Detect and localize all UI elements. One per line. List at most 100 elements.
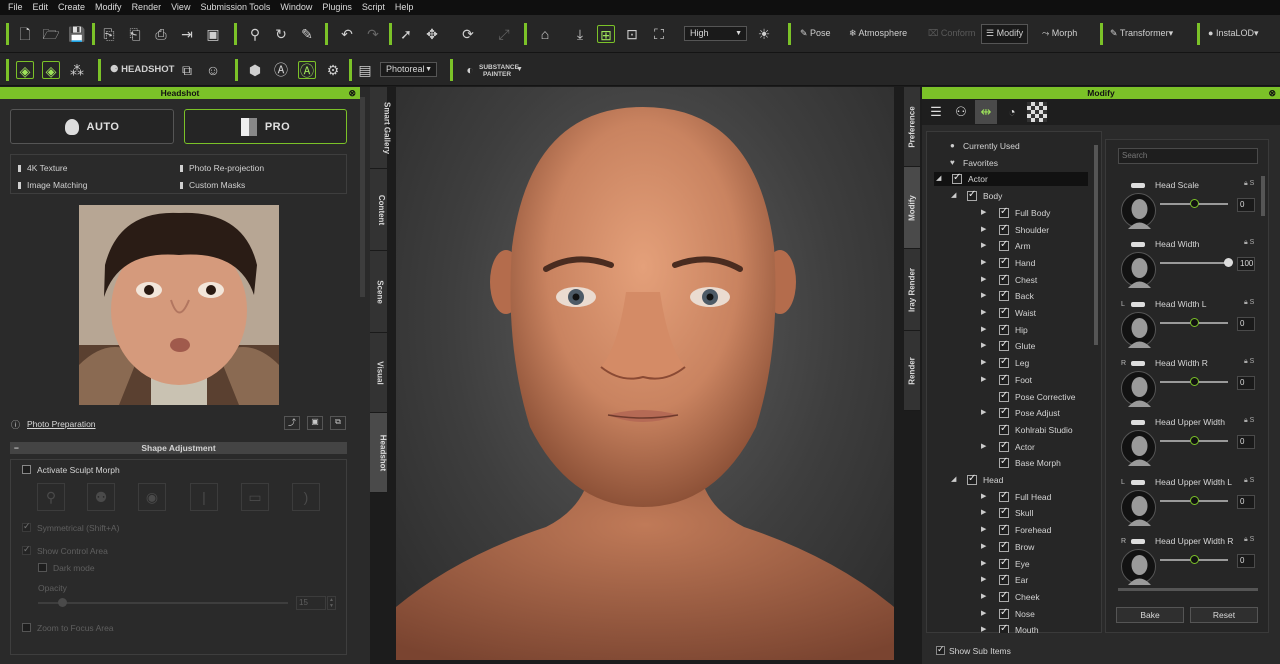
reset-button[interactable]: Reset <box>1190 607 1258 623</box>
tree-item[interactable]: ▶ Full Body <box>934 205 1088 220</box>
lock-icon[interactable]: 🔒︎ S <box>1244 477 1254 485</box>
render-preview-icon[interactable]: ▤ <box>356 61 374 79</box>
open-folder-icon[interactable]: 🗁 <box>42 25 60 43</box>
scale-icon[interactable]: ⤢ <box>495 25 513 43</box>
switch-icon[interactable] <box>1131 183 1145 188</box>
tree-item[interactable]: ▶ Shoulder <box>934 222 1088 237</box>
tab-preference[interactable]: Preference <box>904 87 920 167</box>
search-input[interactable]: Search <box>1118 148 1258 164</box>
tree-item[interactable]: ▶ Chest <box>934 272 1088 287</box>
collapse-arrow-icon[interactable]: ◢ <box>951 189 956 203</box>
headshot-auto-icon[interactable]: ◈ <box>16 61 34 79</box>
morph-button[interactable]: ⤳ Morph <box>1042 28 1077 39</box>
tree-item-checkbox[interactable] <box>999 405 1009 419</box>
tree-item[interactable]: ▶ Ear <box>934 572 1088 587</box>
expand-arrow-icon[interactable]: ▶ <box>981 573 986 587</box>
frame-selected-icon[interactable]: ⊡ <box>623 25 641 43</box>
expand-arrow-icon[interactable]: ▶ <box>981 323 986 337</box>
tab-visual[interactable]: Visual <box>370 333 387 413</box>
slider-value[interactable]: 0 <box>1237 316 1255 331</box>
tree-item-checkbox[interactable] <box>999 622 1009 633</box>
sculpt-nose-icon[interactable]: | <box>190 483 218 511</box>
expand-arrow-icon[interactable]: ▶ <box>981 223 986 237</box>
save-icon[interactable]: 💾 <box>68 25 86 43</box>
expand-arrow-icon[interactable]: ▶ <box>981 256 986 270</box>
expand-arrow-icon[interactable]: ▶ <box>981 590 986 604</box>
slider-value[interactable]: 100 <box>1237 257 1255 272</box>
atmosphere-button[interactable]: ❄ Atmosphere <box>849 28 907 39</box>
headshot-pro-icon[interactable]: ◈ <box>42 61 60 79</box>
zoom-focus-checkbox[interactable] <box>22 623 31 632</box>
slider-value[interactable]: 0 <box>1237 375 1255 390</box>
sculpt-pinch-icon[interactable]: ⚉ <box>87 483 115 511</box>
3d-viewport[interactable] <box>396 87 894 660</box>
sculpt-brush-icon[interactable]: ⚲ <box>37 483 65 511</box>
auto-mode-button[interactable]: AUTO <box>10 109 174 144</box>
expand-arrow-icon[interactable]: ▶ <box>981 440 986 454</box>
morph-sliders-icon[interactable]: ⇹ <box>975 100 997 124</box>
select-arrow-icon[interactable]: ➚ <box>397 25 415 43</box>
animation-curve-icon[interactable]: ◔ <box>1002 102 1022 122</box>
fit-view-icon[interactable]: ⊞ <box>597 25 615 43</box>
switch-icon[interactable] <box>1131 301 1145 307</box>
tree-item-checkbox[interactable] <box>999 572 1009 586</box>
tree-item[interactable]: ▶ Actor <box>934 439 1088 454</box>
lock-icon[interactable]: 🔒︎ S <box>1244 358 1254 366</box>
menu-help[interactable]: Help <box>390 0 419 15</box>
expand-arrow-icon[interactable]: ▶ <box>981 339 986 353</box>
export-icon[interactable]: ⎗ <box>126 25 144 43</box>
tree-item-checkbox[interactable] <box>999 272 1009 286</box>
lock-icon[interactable]: 🔒︎ S <box>1244 299 1254 307</box>
tab-headshot[interactable]: Headshot <box>370 413 388 493</box>
tab-render[interactable]: Render <box>904 331 920 411</box>
menu-plugins[interactable]: Plugins <box>317 0 357 15</box>
character-icon[interactable]: ⚲ <box>246 25 264 43</box>
active-mode-icon[interactable]: Ⓐ <box>298 61 316 79</box>
shape-adjustment-header[interactable]: − Shape Adjustment <box>10 442 347 454</box>
opacity-value-field[interactable]: 15 <box>296 596 326 610</box>
tree-item[interactable]: ▶ Nose <box>934 606 1088 621</box>
show-sub-items-checkbox[interactable] <box>936 644 945 655</box>
tree-item-checkbox[interactable] <box>999 355 1009 369</box>
close-icon[interactable]: ⊗ <box>1268 87 1276 99</box>
drop-to-floor-icon[interactable]: ⤓ <box>571 25 589 43</box>
tree-item[interactable]: ▶ Waist <box>934 305 1088 320</box>
slider-value[interactable]: 0 <box>1237 494 1255 509</box>
usd-export-icon[interactable]: ⎙ <box>152 25 170 43</box>
collapse-arrow-icon[interactable]: ◢ <box>936 172 941 186</box>
tree-item-checkbox[interactable] <box>999 505 1009 519</box>
tree-item-checkbox[interactable] <box>999 489 1009 503</box>
pose-edit-icon[interactable]: ✎ <box>298 25 316 43</box>
bake-button[interactable]: Bake <box>1116 607 1184 623</box>
tree-item[interactable]: ▶ Arm <box>934 238 1088 253</box>
tree-item[interactable]: ▶ Foot <box>934 372 1088 387</box>
menu-view[interactable]: View <box>166 0 195 15</box>
tree-item[interactable]: ♥ Favorites <box>934 156 1088 170</box>
redo-icon[interactable]: ↷ <box>364 25 382 43</box>
tree-item-checkbox[interactable] <box>999 372 1009 386</box>
switch-icon[interactable] <box>1131 242 1145 248</box>
switch-icon[interactable] <box>1131 479 1145 485</box>
slider-knob[interactable] <box>1189 436 1199 446</box>
switch-icon[interactable] <box>1131 538 1145 544</box>
tree-item[interactable]: ▶ Full Head <box>934 489 1088 504</box>
expand-arrow-icon[interactable]: ▶ <box>981 506 986 520</box>
tree-item[interactable]: Base Morph <box>934 455 1088 470</box>
slider-knob[interactable] <box>1189 199 1199 208</box>
slider-track[interactable] <box>1160 262 1228 265</box>
source-photo[interactable] <box>79 205 279 405</box>
pose-button[interactable]: ✎ Pose <box>800 28 831 39</box>
auto-setup-icon[interactable]: Ⓐ <box>272 61 290 79</box>
switch-icon[interactable] <box>1131 360 1145 366</box>
activate-sculpt-checkbox[interactable] <box>22 465 31 474</box>
tab-smart-gallery[interactable]: Smart Gallery <box>370 87 392 169</box>
import-icon[interactable]: ⎘ <box>100 25 118 43</box>
sculpt-eye-icon[interactable]: ◉ <box>138 483 166 511</box>
pro-mode-button[interactable]: PRO <box>184 109 347 144</box>
tree-item-checkbox[interactable] <box>999 439 1009 453</box>
face-mask-icon[interactable]: ☺ <box>204 61 222 79</box>
tree-item[interactable]: ▶ Mouth <box>934 622 1088 633</box>
tree-item-checkbox[interactable] <box>999 238 1009 252</box>
slider-knob[interactable] <box>1189 554 1199 564</box>
switch-icon[interactable] <box>1131 420 1145 426</box>
